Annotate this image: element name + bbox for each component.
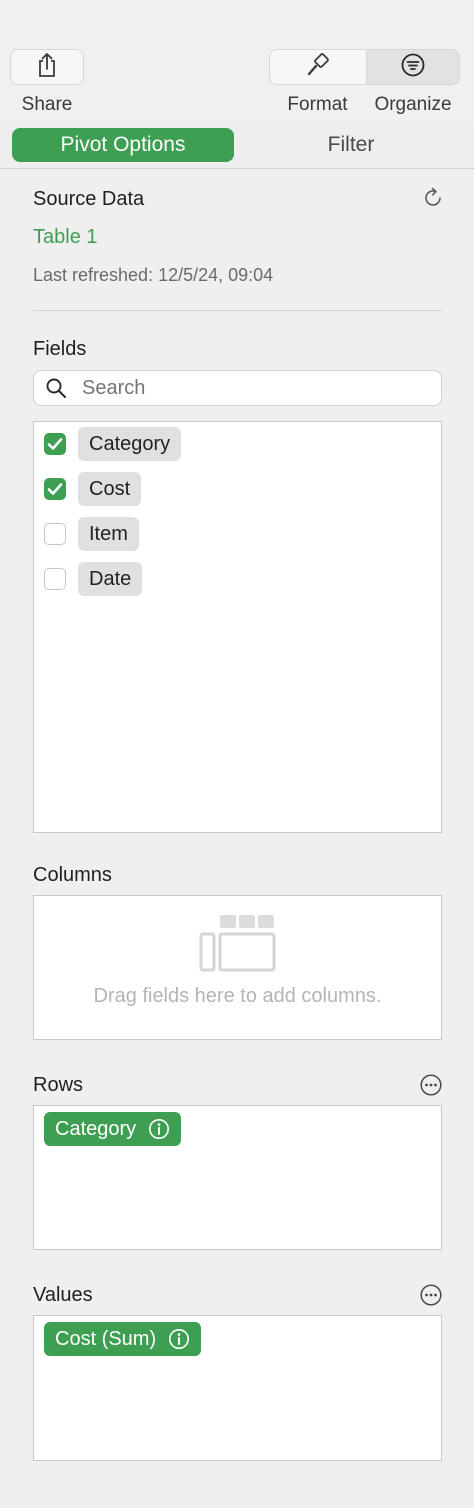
columns-placeholder-icon — [199, 914, 277, 979]
field-checkbox-category[interactable] — [44, 433, 66, 455]
field-pill-cost[interactable]: Cost — [78, 472, 142, 506]
paintbrush-icon — [305, 52, 331, 83]
tab-pivot-options[interactable]: Pivot Options — [12, 128, 234, 162]
checkmark-icon — [47, 438, 63, 450]
search-input[interactable] — [80, 375, 404, 401]
source-data-heading: Source Data — [33, 188, 145, 210]
values-pill-cost-sum[interactable]: Cost (Sum) — [44, 1322, 202, 1356]
refresh-icon[interactable] — [421, 186, 445, 210]
field-checkbox-date[interactable] — [44, 568, 66, 590]
columns-empty-hint: Drag fields here to add columns. — [93, 985, 382, 1007]
field-checkbox-cost[interactable] — [44, 478, 66, 500]
share-button[interactable] — [10, 49, 84, 85]
search-icon — [45, 377, 67, 399]
format-label: Format — [287, 94, 348, 115]
columns-drop-zone[interactable]: Drag fields here to add columns. — [33, 895, 442, 1040]
checkmark-icon — [47, 483, 63, 495]
organize-icon — [400, 52, 426, 83]
columns-heading: Columns — [33, 864, 112, 886]
rows-pill-label: Category — [55, 1117, 137, 1140]
rows-more-icon[interactable] — [420, 1074, 442, 1096]
search-field[interactable] — [33, 370, 442, 406]
share-icon — [35, 52, 59, 83]
field-checkbox-item[interactable] — [44, 523, 66, 545]
field-row-cost[interactable]: Cost — [44, 472, 142, 506]
field-row-category[interactable]: Category — [44, 427, 182, 461]
values-heading: Values — [33, 1284, 93, 1306]
field-row-date[interactable]: Date — [44, 562, 143, 596]
field-pill-category[interactable]: Category — [78, 427, 182, 461]
rows-heading: Rows — [33, 1074, 84, 1096]
info-icon[interactable] — [148, 1118, 170, 1140]
section-divider — [33, 310, 442, 311]
format-button[interactable] — [269, 49, 366, 85]
tab-filter[interactable]: Filter — [240, 128, 462, 162]
values-drop-zone[interactable]: Cost (Sum) — [33, 1315, 442, 1461]
fields-heading: Fields — [33, 338, 87, 360]
rows-drop-zone[interactable]: Category — [33, 1105, 442, 1250]
field-row-item[interactable]: Item — [44, 517, 139, 551]
organize-label: Organize — [374, 94, 452, 115]
rows-pill-category[interactable]: Category — [44, 1112, 182, 1146]
values-more-icon[interactable] — [420, 1284, 442, 1306]
field-pill-item[interactable]: Item — [78, 517, 139, 551]
toolbar: Share Format Organize — [0, 0, 474, 123]
share-label: Share — [21, 94, 73, 115]
info-icon[interactable] — [168, 1328, 190, 1350]
organize-button[interactable] — [366, 49, 460, 85]
field-pill-date[interactable]: Date — [78, 562, 143, 596]
tab-bar: Pivot Options Filter — [0, 122, 474, 169]
fields-list: Category Cost Item Date — [33, 421, 442, 833]
last-refreshed-text: Last refreshed: 12/5/24, 09:04 — [33, 265, 274, 285]
values-pill-label: Cost (Sum) — [55, 1327, 157, 1350]
source-table-link[interactable]: Table 1 — [33, 226, 98, 249]
pivot-options-panel: Source Data Table 1 Last refreshed: 12/5… — [0, 169, 474, 1508]
